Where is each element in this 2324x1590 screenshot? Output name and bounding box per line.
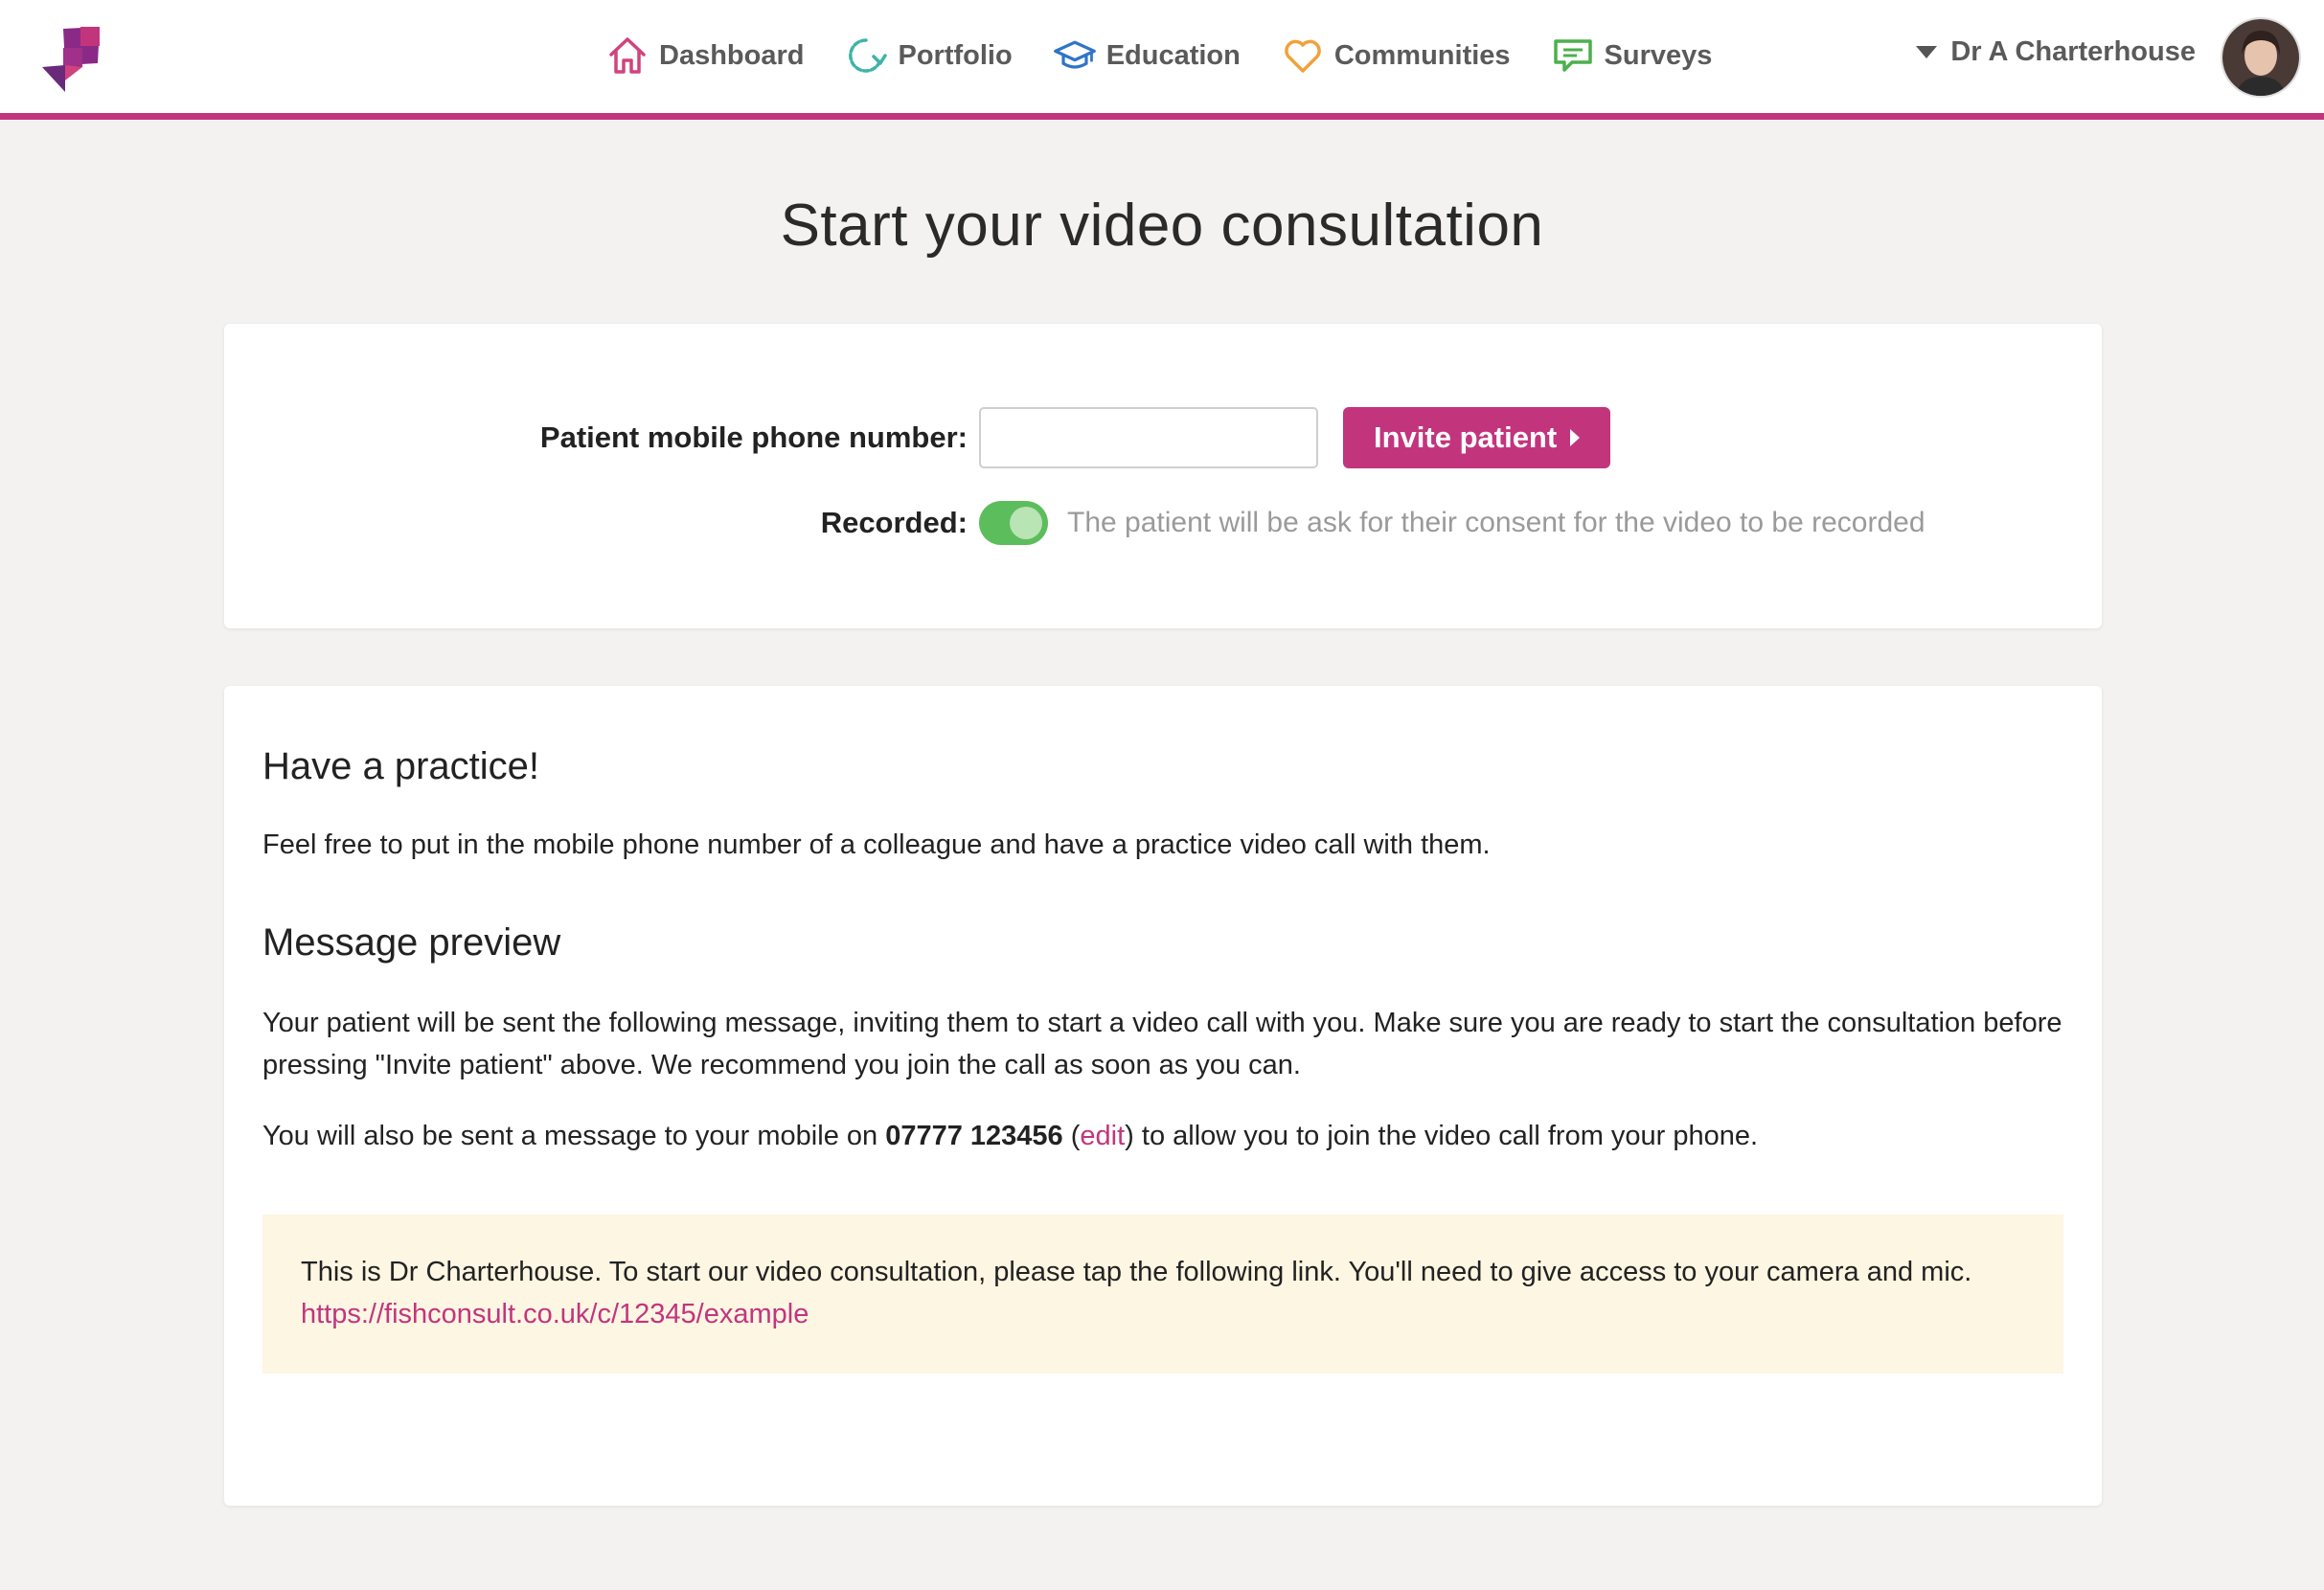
practice-text: Feel free to put in the mobile phone num…: [262, 829, 1491, 860]
toggle-knob: [1010, 507, 1042, 539]
message-text: This is Dr Charterhouse. To start our vi…: [301, 1257, 1972, 1287]
nav-dashboard-label: Dashboard: [659, 39, 805, 71]
heart-icon: [1281, 34, 1325, 78]
edit-open: (: [1062, 1121, 1081, 1151]
nav-portfolio[interactable]: Portfolio: [844, 34, 1013, 78]
invite-patient-button[interactable]: Invite patient: [1343, 407, 1611, 468]
phone-input[interactable]: [979, 407, 1318, 468]
main-nav: Dashboard Portfolio Education Communitie…: [605, 29, 1752, 82]
chat-bubble-icon: [1551, 34, 1595, 78]
nav-dashboard[interactable]: Dashboard: [605, 34, 804, 78]
invite-card: Patient mobile phone number: Invite pati…: [224, 324, 2102, 628]
mobile-number: 07777 123456: [885, 1121, 1063, 1151]
mobile-suffix: ) to allow you to join the video call fr…: [1125, 1121, 1759, 1151]
nav-education-label: Education: [1105, 39, 1241, 71]
edit-mobile-link[interactable]: edit: [1080, 1121, 1125, 1151]
home-icon: [605, 34, 649, 78]
nav-communities-label: Communities: [1333, 39, 1511, 71]
preview-heading: Message preview: [262, 921, 561, 964]
mobile-prefix: You will also be sent a message to your …: [262, 1121, 886, 1151]
nav-surveys[interactable]: Surveys: [1551, 34, 1713, 78]
phone-row: Patient mobile phone number: Invite pati…: [224, 407, 1611, 468]
preview-intro: Your patient will be sent the following …: [262, 1008, 2062, 1080]
info-card: Have a practice! Feel free to put in the…: [224, 686, 2102, 1506]
recorded-row: Recorded: The patient will be ask for th…: [224, 501, 1925, 545]
user-menu[interactable]: Dr A Charterhouse: [1916, 36, 2196, 68]
avatar[interactable]: [2221, 17, 2301, 98]
nav-communities[interactable]: Communities: [1281, 34, 1511, 78]
app-logo[interactable]: [36, 25, 103, 94]
practice-heading: Have a practice!: [262, 745, 540, 787]
recorded-label: Recorded:: [820, 506, 968, 539]
user-name: Dr A Charterhouse: [1950, 36, 2196, 67]
message-link[interactable]: https://fishconsult.co.uk/c/12345/exampl…: [301, 1293, 2025, 1335]
caret-right-icon: [1570, 429, 1581, 446]
phone-label: Patient mobile phone number:: [539, 420, 968, 454]
mobile-notice: You will also be sent a message to your …: [262, 1115, 2063, 1157]
chevron-down-icon: [1916, 46, 1938, 58]
page-title: Start your video consultation: [780, 193, 1544, 259]
recorded-toggle[interactable]: [979, 501, 1048, 545]
nav-surveys-label: Surveys: [1604, 39, 1713, 71]
recorded-hint: The patient will be ask for their consen…: [1067, 507, 1925, 538]
refresh-icon: [844, 34, 888, 78]
top-navigation-bar: Dashboard Portfolio Education Communitie…: [0, 0, 2324, 120]
nav-portfolio-label: Portfolio: [898, 39, 1013, 71]
invite-button-label: Invite patient: [1374, 420, 1558, 454]
graduation-cap-icon: [1053, 34, 1097, 78]
nav-education[interactable]: Education: [1053, 34, 1241, 78]
message-preview-box: This is Dr Charterhouse. To start our vi…: [262, 1215, 2063, 1374]
